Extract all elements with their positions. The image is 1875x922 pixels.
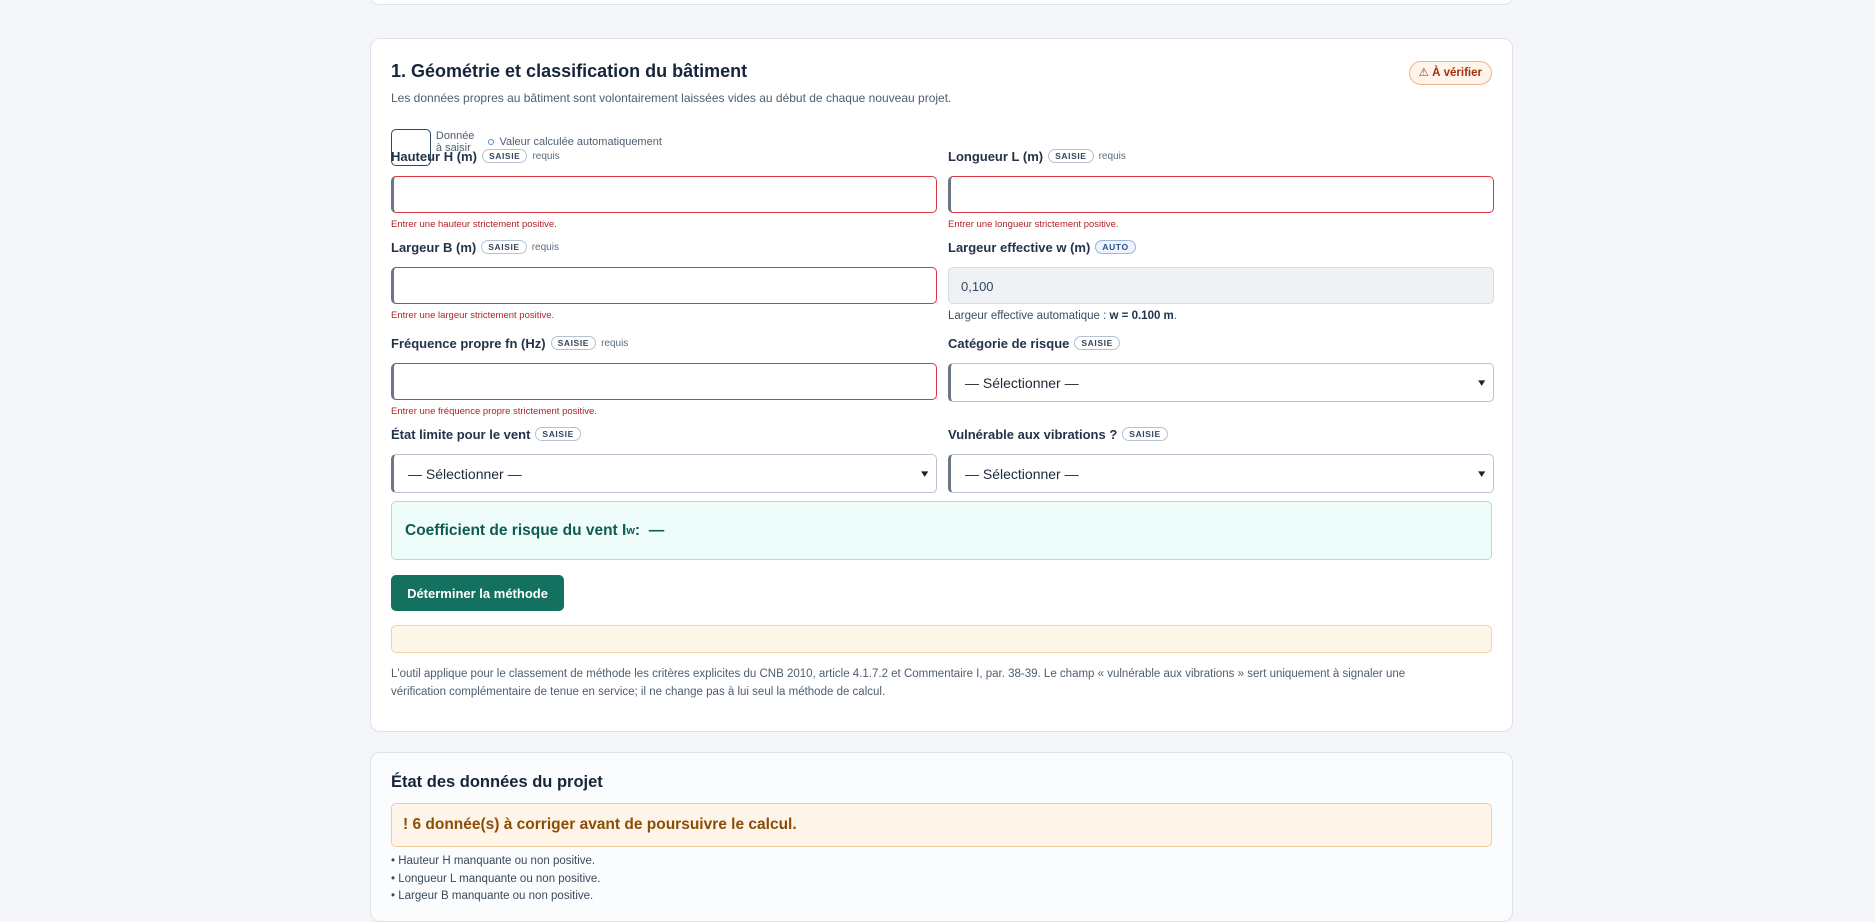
largeur-effective-label: Largeur effective w (m) — [948, 239, 1091, 255]
auto-tag: AUTO — [1095, 240, 1136, 254]
etat-limite-label: État limite pour le vent — [391, 426, 531, 442]
list-item: • Largeur B manquante ou non positive. — [391, 890, 594, 902]
largeur-field: Largeur B (m) SAISIE requis Entrer une l… — [391, 239, 937, 321]
longueur-field: Longueur L (m) SAISIE requis Entrer une … — [948, 148, 1494, 230]
longueur-input[interactable] — [948, 176, 1494, 213]
categorie-select[interactable]: — Sélectionner — ▾ — [948, 363, 1494, 402]
largeur-effective-value: 0,100 — [948, 267, 1494, 304]
etat-limite-selected: — Sélectionner — — [408, 465, 522, 482]
chevron-down-icon: ▾ — [1478, 377, 1486, 389]
largeur-effective-help: Largeur effective automatique : w = 0.10… — [948, 310, 1494, 322]
input-tag: SAISIE — [481, 240, 527, 254]
input-tag: SAISIE — [535, 427, 581, 441]
categorie-field: Catégorie de risque SAISIE — Sélectionne… — [948, 335, 1494, 402]
help-text: Largeur effective automatique : — [948, 310, 1110, 322]
wind-risk-coefficient: Coefficient de risque du vent Iw : — — [391, 501, 1492, 560]
vibrations-selected: — Sélectionner — — [965, 465, 1079, 482]
determine-method-button[interactable]: Déterminer la méthode — [391, 575, 564, 611]
categorie-selected: — Sélectionner — — [965, 374, 1079, 391]
etat-limite-field: État limite pour le vent SAISIE — Sélect… — [391, 426, 937, 493]
legend-auto: Valeur calculée automatiquement — [488, 135, 662, 148]
verify-status-badge: ⚠ À vérifier — [1408, 61, 1492, 85]
vibrations-label: Vulnérable aux vibrations ? — [948, 426, 1118, 442]
frequence-field: Fréquence propre fn (Hz) SAISIE requis E… — [391, 335, 937, 417]
list-item: • Longueur L manquante ou non positive. — [391, 872, 601, 885]
list-item: • Hauteur H manquante ou non positive. — [391, 855, 596, 867]
hauteur-field: Hauteur H (m) SAISIE requis Entrer une h… — [391, 148, 937, 230]
hauteur-error: Entrer une hauteur strictement positive. — [391, 219, 557, 230]
largeur-label: Largeur B (m) — [391, 239, 477, 255]
required-tag: requis — [1098, 150, 1126, 162]
chevron-down-icon: ▾ — [1478, 468, 1486, 480]
input-tag: SAISIE — [1074, 336, 1120, 350]
section-title: 1. Géométrie et classification du bâtime… — [391, 61, 748, 81]
hauteur-input[interactable] — [391, 176, 937, 213]
required-tag: requis — [532, 150, 560, 162]
input-tag: SAISIE — [481, 149, 528, 163]
help-value: w = 0.100 m — [1109, 310, 1174, 322]
categorie-label: Catégorie de risque — [948, 335, 1070, 351]
required-tag: requis — [531, 241, 559, 253]
input-tag: SAISIE — [1048, 149, 1094, 163]
frequence-error: Entrer une fréquence propre strictement … — [391, 406, 597, 417]
coef-value: — — [648, 521, 665, 539]
coef-label: Coefficient de risque du vent I — [405, 521, 627, 539]
chevron-down-icon: ▾ — [921, 468, 929, 480]
largeur-error: Entrer une largeur strictement positive. — [391, 310, 555, 321]
coef-colon: : — [634, 521, 641, 539]
status-alert: ! 6 donnée(s) à corriger avant de poursu… — [391, 803, 1492, 847]
coef-subscript: w — [626, 524, 635, 537]
vibrations-field: Vulnérable aux vibrations ? SAISIE — Sél… — [948, 426, 1494, 493]
legend-auto-label: Valeur calculée automatiquement — [499, 135, 662, 148]
frequence-input[interactable] — [391, 363, 937, 400]
etat-limite-select[interactable]: — Sélectionner — ▾ — [391, 454, 937, 493]
largeur-effective-field: Largeur effective w (m) AUTO 0,100 Large… — [948, 239, 1494, 322]
building-geometry-section: 1. Géométrie et classification du bâtime… — [370, 38, 1513, 732]
project-data-status-section: État des données du projet ! 6 donnée(s)… — [370, 752, 1513, 922]
hauteur-label: Hauteur H (m) — [391, 148, 477, 164]
method-result-box — [391, 625, 1492, 653]
longueur-error: Entrer une longueur strictement positive… — [948, 219, 1119, 230]
frequence-label: Fréquence propre fn (Hz) — [391, 335, 546, 351]
longueur-label: Longueur L (m) — [948, 148, 1044, 164]
vibrations-select[interactable]: — Sélectionner — ▾ — [948, 454, 1494, 493]
largeur-input[interactable] — [391, 267, 937, 304]
status-title: État des données du projet — [391, 773, 603, 791]
auto-dot-icon — [488, 138, 495, 145]
input-tag: SAISIE — [1122, 427, 1168, 441]
method-note: L'outil applique pour le classement de m… — [391, 668, 1406, 698]
required-tag: requis — [601, 337, 629, 349]
input-tag: SAISIE — [550, 336, 597, 350]
section-intro: Les données propres au bâtiment sont vol… — [391, 91, 952, 105]
previous-section-card — [370, 0, 1513, 5]
issues-list: • Hauteur H manquante ou non positive. •… — [391, 853, 600, 906]
help-end: . — [1173, 310, 1177, 322]
